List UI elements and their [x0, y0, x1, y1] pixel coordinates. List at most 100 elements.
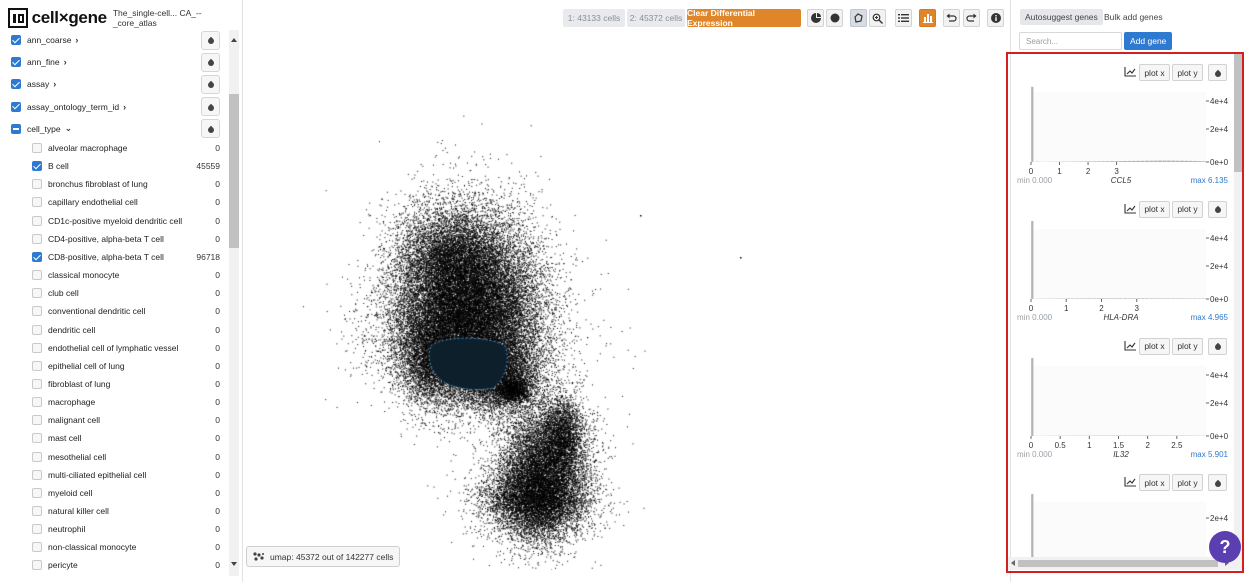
add-gene-button[interactable]: Add gene [1124, 32, 1173, 50]
gene-search-input[interactable] [1019, 32, 1122, 50]
color-by-button[interactable] [201, 97, 220, 117]
cell-type-checkbox[interactable] [32, 360, 42, 371]
cell-type-row[interactable]: bronchus fibroblast of lung 0 [0, 174, 229, 194]
category-row[interactable]: cell_type ⌄ [0, 119, 229, 139]
cell-type-checkbox[interactable] [32, 415, 42, 426]
cell-type-checkbox[interactable] [32, 161, 42, 172]
category-row[interactable]: ann_fine › [0, 52, 229, 72]
cell-type-row[interactable]: capillary endothelial cell 0 [0, 192, 229, 212]
category-label[interactable]: ann_fine [27, 57, 60, 67]
info-button[interactable] [987, 9, 1004, 27]
cell-type-row[interactable]: CD1c-positive myeloid dendritic cell 0 [0, 211, 229, 231]
histogram-button[interactable] [919, 9, 936, 27]
zoom-button[interactable] [869, 9, 886, 27]
category-scrollbar[interactable] [229, 30, 239, 576]
cell-type-count: 0 [215, 487, 220, 498]
category-label[interactable]: ann_coarse [27, 35, 71, 45]
category-label[interactable]: cell_type [27, 124, 61, 134]
cell-type-checkbox[interactable] [32, 288, 42, 299]
cell-type-row[interactable]: myeloid cell 0 [0, 483, 229, 503]
cell-type-checkbox[interactable] [32, 324, 42, 335]
category-checkbox[interactable] [11, 123, 21, 134]
cell-type-checkbox[interactable] [32, 560, 42, 571]
autosuggest-genes-tab[interactable]: Autosuggest genes [1020, 9, 1103, 25]
cell-type-checkbox[interactable] [32, 342, 42, 353]
clear-differential-expression-button[interactable]: Clear Differential Expression [687, 8, 801, 28]
undo-button[interactable] [943, 9, 960, 27]
reset-subset-button[interactable] [826, 9, 843, 27]
cell-type-row[interactable]: CD8-positive, alpha-beta T cell 96718 [0, 247, 229, 267]
cell-type-row[interactable]: B cell 45559 [0, 156, 229, 176]
cell-type-row[interactable]: epithelial cell of lung 0 [0, 356, 229, 376]
cell-type-label: alveolar macrophage [48, 143, 128, 153]
color-by-button[interactable] [201, 30, 220, 50]
cell-type-checkbox[interactable] [32, 179, 42, 190]
chevron-right-icon[interactable]: › [123, 102, 126, 112]
chevron-right-icon[interactable]: › [53, 79, 56, 89]
cell-type-row[interactable]: dendritic cell 0 [0, 320, 229, 340]
cell-type-row[interactable]: alveolar macrophage 0 [0, 138, 229, 158]
chevron-down-icon[interactable]: ⌄ [65, 123, 73, 134]
cell-type-checkbox[interactable] [32, 306, 42, 317]
category-row[interactable]: ann_coarse › [0, 30, 229, 50]
cell-type-checkbox[interactable] [32, 233, 42, 244]
category-label[interactable]: assay [27, 79, 49, 89]
color-by-button[interactable] [201, 119, 220, 139]
cell-type-checkbox[interactable] [32, 143, 42, 153]
cell-type-row[interactable]: fibroblast of lung 0 [0, 374, 229, 394]
cell-type-checkbox[interactable] [32, 469, 42, 480]
cell-type-row[interactable]: CD4-positive, alpha-beta T cell 0 [0, 229, 229, 249]
cell-type-row[interactable]: malignant cell 0 [0, 410, 229, 430]
cell-type-checkbox[interactable] [32, 270, 42, 281]
cell-type-row[interactable]: endothelial cell of lymphatic vessel 0 [0, 338, 229, 358]
dataset-title[interactable]: The_single-cell... CA_--_core_atlas [113, 8, 242, 28]
category-checkbox[interactable] [11, 101, 21, 112]
cell-type-row[interactable]: club cell 0 [0, 283, 229, 303]
cell-type-checkbox[interactable] [32, 251, 42, 262]
bulk-add-genes-tab[interactable]: Bulk add genes [1104, 9, 1163, 25]
cell-type-row[interactable]: neutrophil 0 [0, 519, 229, 539]
subset-button[interactable] [807, 9, 824, 27]
cell-type-checkbox[interactable] [32, 197, 42, 208]
categories-button[interactable] [895, 9, 912, 27]
cell-type-row[interactable]: pericyte 0 [0, 555, 229, 575]
cell-type-row[interactable]: mast cell 0 [0, 428, 229, 448]
chevron-right-icon[interactable]: › [64, 57, 67, 67]
scroll-up-icon[interactable] [231, 38, 237, 42]
cell-type-row[interactable]: conventional dendritic cell 0 [0, 301, 229, 321]
lasso-button[interactable] [850, 9, 867, 27]
cell-type-row[interactable]: macrophage 0 [0, 392, 229, 412]
cell-type-checkbox[interactable] [32, 524, 42, 535]
cell-type-row[interactable]: mesothelial cell 0 [0, 447, 229, 467]
category-checkbox[interactable] [11, 79, 21, 90]
scroll-down-icon[interactable] [231, 562, 237, 566]
cell-type-row[interactable]: natural killer cell 0 [0, 501, 229, 521]
category-list: ann_coarse › ann_fine › assay › assay_ontology… [0, 30, 229, 576]
category-checkbox[interactable] [11, 35, 21, 45]
embedding-selector-button[interactable]: umap: 45372 out of 142277 cells [246, 546, 401, 567]
cell-type-row[interactable]: non-classical monocyte 0 [0, 537, 229, 557]
cell-type-checkbox[interactable] [32, 378, 42, 389]
scrollbar-thumb[interactable] [229, 94, 239, 248]
cell-type-checkbox[interactable] [32, 487, 42, 498]
cell-type-row[interactable]: multi-ciliated epithelial cell 0 [0, 465, 229, 485]
help-button[interactable]: ? [1209, 531, 1241, 563]
cell-type-checkbox[interactable] [32, 542, 42, 553]
embedding-scatter-canvas[interactable] [243, 30, 1005, 570]
redo-button[interactable] [963, 9, 980, 27]
cell-type-checkbox[interactable] [32, 451, 42, 462]
category-row[interactable]: assay › [0, 74, 229, 94]
cell-type-count: 96718 [196, 251, 220, 262]
category-label[interactable]: assay_ontology_term_id [27, 102, 119, 112]
cell-type-checkbox[interactable] [32, 215, 42, 226]
cell-type-checkbox[interactable] [32, 506, 42, 516]
color-by-button[interactable] [201, 74, 220, 94]
cell-type-label: bronchus fibroblast of lung [48, 179, 148, 190]
cell-type-checkbox[interactable] [32, 397, 42, 408]
category-row[interactable]: assay_ontology_term_id › [0, 97, 229, 117]
cell-type-checkbox[interactable] [32, 433, 42, 444]
category-checkbox[interactable] [11, 57, 21, 68]
cell-type-row[interactable]: classical monocyte 0 [0, 265, 229, 285]
chevron-right-icon[interactable]: › [75, 35, 78, 45]
color-by-button[interactable] [201, 52, 220, 72]
